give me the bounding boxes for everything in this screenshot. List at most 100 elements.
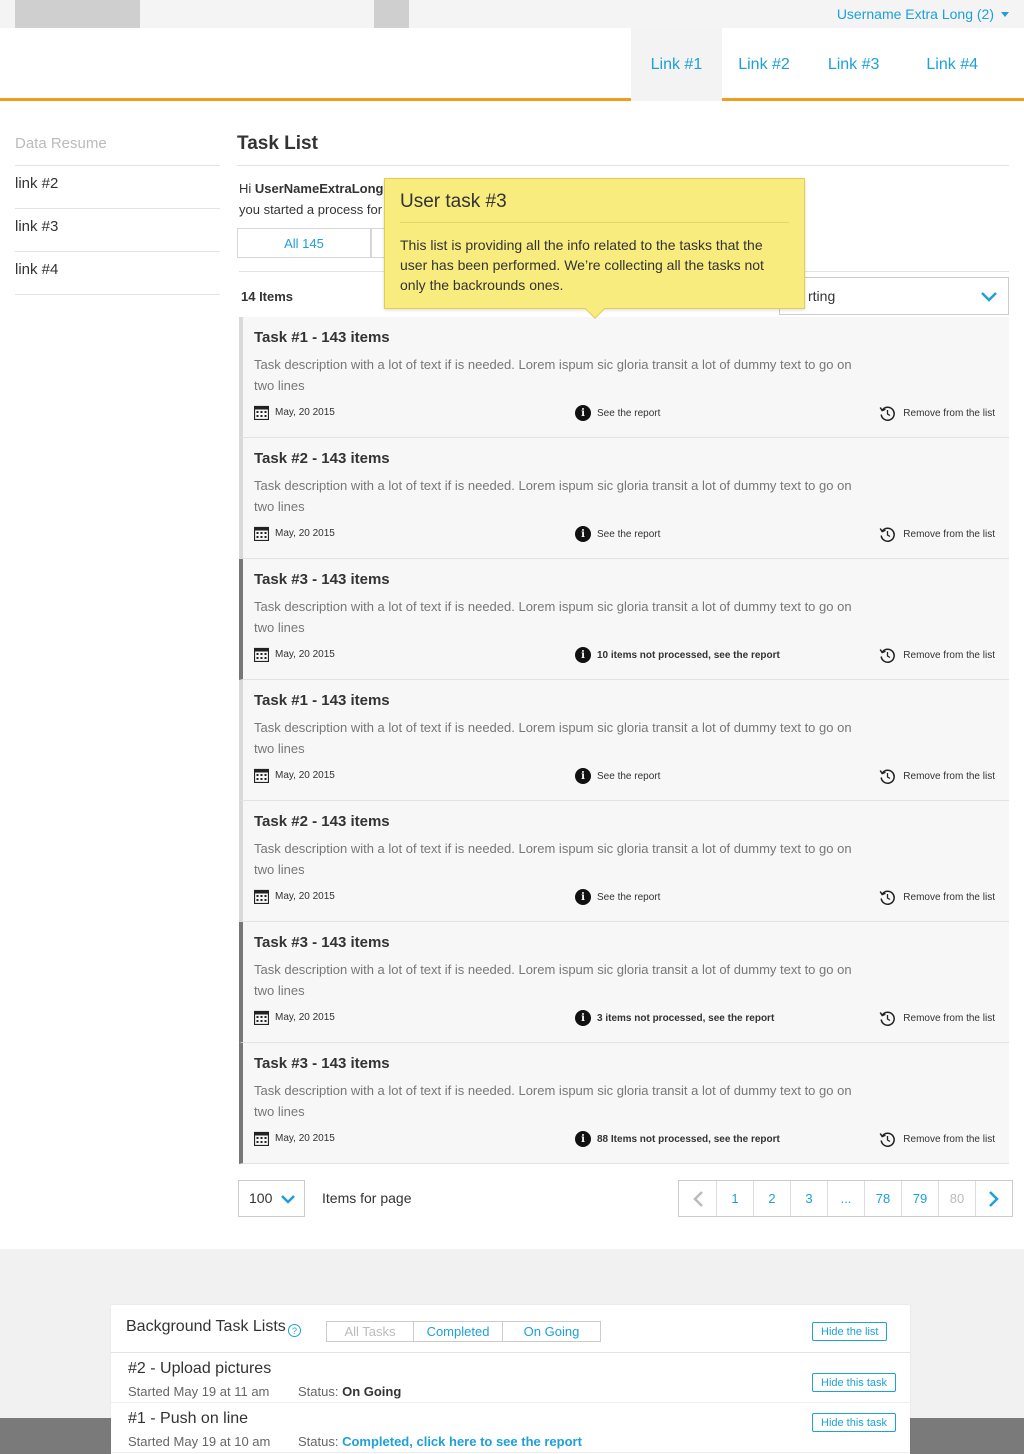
info-icon: i xyxy=(575,1010,591,1026)
prev-page-button[interactable] xyxy=(679,1181,716,1216)
hide-task-button[interactable]: Hide this task xyxy=(812,1373,897,1392)
per-page-value: 100 xyxy=(249,1190,273,1206)
remove-from-list-button[interactable]: Remove from the list xyxy=(879,1010,995,1027)
report-text: See the report xyxy=(597,770,661,782)
per-page-label: Items for page xyxy=(322,1190,412,1206)
calendar-icon xyxy=(254,889,269,904)
nav-link-3[interactable]: Link #3 xyxy=(807,28,902,101)
report-text: 3 items not processed, see the report xyxy=(597,1012,775,1024)
page-button[interactable]: 79 xyxy=(901,1181,938,1216)
background-panel-title: Background Task Lists xyxy=(126,1318,286,1335)
info-icon: i xyxy=(575,768,591,784)
background-task-status: Status: On Going xyxy=(298,1384,401,1399)
page-button[interactable]: 1 xyxy=(716,1181,753,1216)
top-bar: Username Extra Long (2) xyxy=(0,0,1024,28)
task-item[interactable]: Task #2 - 143 items Task description wit… xyxy=(239,438,1009,559)
tooltip-title: User task #3 xyxy=(400,191,789,223)
page-button[interactable]: 3 xyxy=(790,1181,827,1216)
task-footer: May, 20 2015 i 10 items not processed, s… xyxy=(254,645,1009,665)
tab-on-going[interactable]: On Going xyxy=(502,1322,600,1341)
task-item[interactable]: Task #1 - 143 items Task description wit… xyxy=(239,317,1009,438)
remove-from-list-button[interactable]: Remove from the list xyxy=(879,1131,995,1148)
background-task-status: Status: Completed, click here to see the… xyxy=(298,1434,582,1449)
tooltip-body: This list is providing all the info rela… xyxy=(400,237,764,293)
per-page-select[interactable]: 100 xyxy=(238,1180,305,1217)
tab-all-tasks[interactable]: All Tasks xyxy=(327,1322,413,1341)
task-item[interactable]: Task #1 - 143 items Task description wit… xyxy=(239,680,1009,801)
see-report-link[interactable]: i 88 Items not processed, see the report xyxy=(575,1131,780,1147)
task-footer: May, 20 2015 i See the report Remove fro… xyxy=(254,403,1009,423)
task-tooltip: User task #3 This list is providing all … xyxy=(384,178,805,319)
remove-from-list-button[interactable]: Remove from the list xyxy=(879,647,995,664)
remove-from-list-button[interactable]: Remove from the list xyxy=(879,405,995,422)
status-report-link[interactable]: Completed, click here to see the report xyxy=(342,1434,582,1449)
see-report-link[interactable]: i See the report xyxy=(575,526,660,542)
task-item[interactable]: Task #2 - 143 items Task description wit… xyxy=(239,801,1009,922)
history-icon xyxy=(879,769,896,784)
report-text: See the report xyxy=(597,528,661,540)
chevron-left-icon xyxy=(692,1190,703,1207)
nav-link-4[interactable]: Link #4 xyxy=(901,28,1000,101)
info-icon: i xyxy=(575,405,591,421)
calendar-icon xyxy=(254,768,269,783)
sidebar-item-link-3[interactable]: link #3 xyxy=(15,209,220,252)
tab-completed[interactable]: Completed xyxy=(413,1322,502,1341)
task-date-text: May, 20 2015 xyxy=(275,770,335,781)
background-task-started: Started May 19 at 11 am xyxy=(128,1384,270,1399)
page-button[interactable]: 2 xyxy=(753,1181,790,1216)
remove-text: Remove from the list xyxy=(903,1013,995,1024)
see-report-link[interactable]: i 3 items not processed, see the report xyxy=(575,1010,774,1026)
nav-link-1[interactable]: Link #1 xyxy=(630,28,723,101)
hide-task-button[interactable]: Hide this task xyxy=(812,1413,897,1432)
task-item[interactable]: Task #3 - 143 items Task description wit… xyxy=(239,559,1009,680)
task-title: Task #2 - 143 items xyxy=(254,813,390,830)
help-icon[interactable]: ? xyxy=(288,1324,301,1337)
hide-list-button[interactable]: Hide the list xyxy=(812,1322,888,1341)
report-text: 10 items not processed, see the report xyxy=(597,649,780,661)
see-report-link[interactable]: i See the report xyxy=(575,889,660,905)
status-value: On Going xyxy=(342,1384,402,1399)
sidebar-item-link-4[interactable]: link #4 xyxy=(15,252,220,295)
remove-text: Remove from the list xyxy=(903,529,995,540)
next-page-button[interactable] xyxy=(975,1181,1012,1216)
tab-all[interactable]: All 145 xyxy=(237,228,371,258)
tooltip-arrow xyxy=(585,299,605,319)
task-title: Task #1 - 143 items xyxy=(254,329,390,346)
user-menu[interactable]: Username Extra Long (2) xyxy=(837,6,1009,22)
history-icon xyxy=(879,1132,896,1147)
calendar-icon xyxy=(254,1131,269,1146)
page-button[interactable]: ... xyxy=(827,1181,864,1216)
see-report-link[interactable]: i See the report xyxy=(575,768,660,784)
task-title: Task #1 - 143 items xyxy=(254,692,390,709)
chevron-right-icon xyxy=(989,1190,999,1207)
remove-text: Remove from the list xyxy=(903,771,995,782)
page-button[interactable]: 78 xyxy=(864,1181,901,1216)
background-task-started: Started May 19 at 10 am xyxy=(128,1434,271,1449)
task-item[interactable]: Task #3 - 143 items Task description wit… xyxy=(239,1043,1009,1164)
main-nav: Link #1 Link #2 Link #3 Link #4 xyxy=(630,28,1000,101)
background-task-panel: Background Task Lists ? All Tasks Comple… xyxy=(111,1305,910,1454)
task-footer: May, 20 2015 i 3 items not processed, se… xyxy=(254,1008,1009,1028)
see-report-link[interactable]: i See the report xyxy=(575,405,660,421)
history-icon xyxy=(879,890,896,905)
remove-from-list-button[interactable]: Remove from the list xyxy=(879,889,995,906)
remove-from-list-button[interactable]: Remove from the list xyxy=(879,526,995,543)
task-description: Task description with a lot of text if i… xyxy=(254,720,852,756)
task-description: Task description with a lot of text if i… xyxy=(254,1083,852,1119)
background-panel-header: Background Task Lists ? All Tasks Comple… xyxy=(111,1305,910,1353)
task-item[interactable]: Task #3 - 143 items Task description wit… xyxy=(239,922,1009,1043)
task-date-text: May, 20 2015 xyxy=(275,1133,335,1144)
remove-text: Remove from the list xyxy=(903,650,995,661)
sort-select[interactable]: rting xyxy=(779,277,1009,315)
pagination: 1 2 3... 78 79 80 xyxy=(678,1180,1013,1217)
nav-link-2[interactable]: Link #2 xyxy=(722,28,807,101)
remove-from-list-button[interactable]: Remove from the list xyxy=(879,768,995,785)
task-description: Task description with a lot of text if i… xyxy=(254,357,852,393)
task-date: May, 20 2015 xyxy=(254,1010,335,1025)
page-button[interactable]: 80 xyxy=(938,1181,975,1216)
task-title: Task #3 - 143 items xyxy=(254,571,390,588)
see-report-link[interactable]: i 10 items not processed, see the report xyxy=(575,647,780,663)
logo-placeholder-small xyxy=(374,0,409,28)
sidebar-item-link-2[interactable]: link #2 xyxy=(15,166,220,209)
logo-placeholder xyxy=(15,0,140,28)
